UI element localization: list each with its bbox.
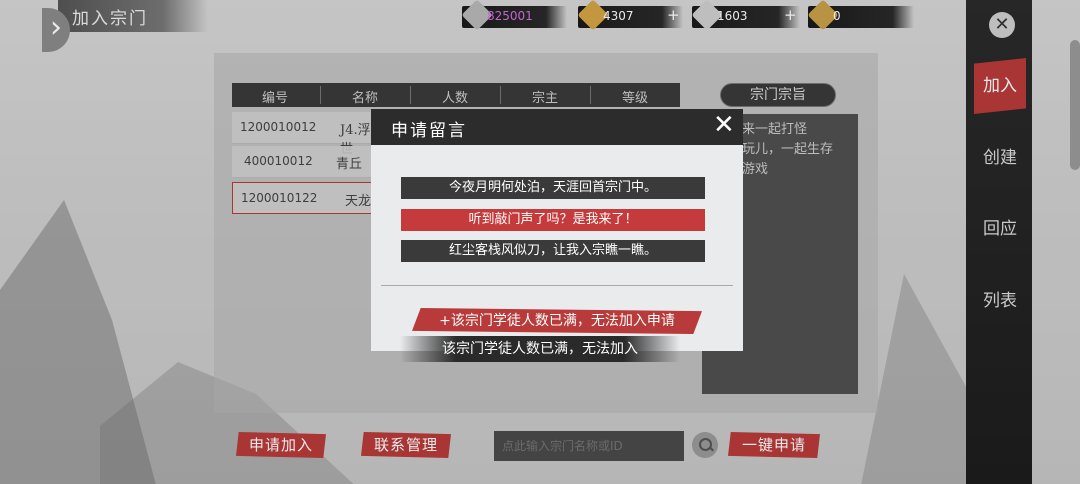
close-icon[interactable]: ✕ <box>713 111 735 139</box>
toast-message: 该宗门学徒人数已满，无法加入 <box>400 336 680 362</box>
message-option[interactable]: 今夜月明何处泊，天涯回首宗门中。 <box>401 177 705 199</box>
message-option-selected[interactable]: 听到敲门声了吗？是我来了！ <box>401 209 705 231</box>
dialog-divider <box>381 285 733 286</box>
message-option[interactable]: 红尘客栈风似刀，让我入宗瞧一瞧。 <box>401 240 705 262</box>
dialog-title: 申请留言 <box>391 121 467 141</box>
submit-application-button[interactable]: +该宗门学徒人数已满，无法加入申请 <box>412 308 702 334</box>
